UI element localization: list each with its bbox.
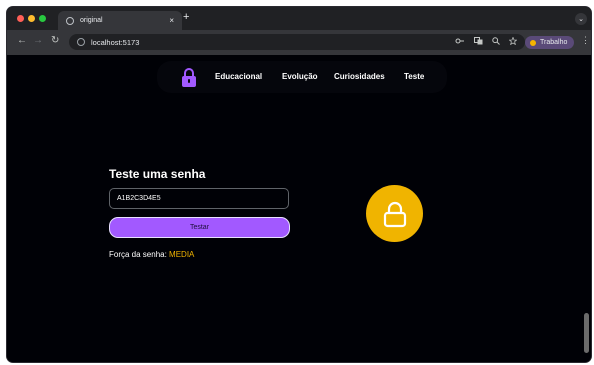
page-viewport: Educacional Evolução Curiosidades Teste … [7, 55, 591, 362]
profile-avatar-icon [530, 39, 536, 46]
tab-title: original [80, 17, 103, 24]
address-bar[interactable]: localhost:5173 [69, 34, 525, 50]
url-text: localhost:5173 [91, 37, 140, 47]
star-icon[interactable] [509, 37, 517, 45]
scrollbar-thumb[interactable] [584, 313, 589, 353]
forward-button[interactable]: → [33, 36, 43, 46]
password-input[interactable] [109, 188, 289, 209]
strength-value: MEDIA [169, 250, 195, 259]
browser-tab[interactable]: original × [58, 11, 182, 30]
zoom-icon[interactable] [492, 37, 500, 45]
minimize-window-button[interactable] [28, 15, 35, 22]
new-tab-button[interactable]: + [183, 12, 189, 23]
maximize-window-button[interactable] [39, 15, 46, 22]
test-button[interactable]: Testar [109, 217, 290, 238]
site-info-icon[interactable] [77, 38, 85, 46]
tab-strip: original × + ⌄ [7, 7, 591, 30]
tab-search-button[interactable]: ⌄ [575, 13, 587, 25]
profile-label: Trabalho [540, 39, 568, 46]
close-window-button[interactable] [17, 15, 24, 22]
lock-icon [383, 201, 406, 227]
tab-close-button[interactable]: × [169, 16, 174, 25]
browser-menu-button[interactable]: ⋮ [581, 36, 590, 45]
nav-link-curiosidades[interactable]: Curiosidades [334, 72, 385, 81]
back-button[interactable]: ← [17, 36, 27, 46]
browser-window: original × + ⌄ ← → ↻ localhost:5173 Trab… [7, 7, 591, 362]
nav-link-teste[interactable]: Teste [404, 72, 424, 81]
globe-icon [66, 16, 74, 25]
lock-badge [366, 185, 423, 242]
strength-line: Força da senha: MEDIA [109, 250, 194, 259]
translate-icon[interactable] [474, 37, 483, 45]
site-navbar: Educacional Evolução Curiosidades Teste [157, 61, 447, 93]
lens-icon[interactable] [455, 37, 465, 45]
browser-toolbar: ← → ↻ localhost:5173 Trabalho ⋮ [7, 30, 591, 55]
nav-link-educacional[interactable]: Educacional [215, 72, 262, 81]
nav-link-evolucao[interactable]: Evolução [282, 72, 318, 81]
reload-button[interactable]: ↻ [51, 36, 59, 46]
logo-lock-icon[interactable] [181, 67, 197, 87]
profile-button[interactable]: Trabalho [525, 36, 575, 49]
section-title: Teste uma senha [109, 167, 206, 181]
strength-label: Força da senha: [109, 250, 170, 259]
